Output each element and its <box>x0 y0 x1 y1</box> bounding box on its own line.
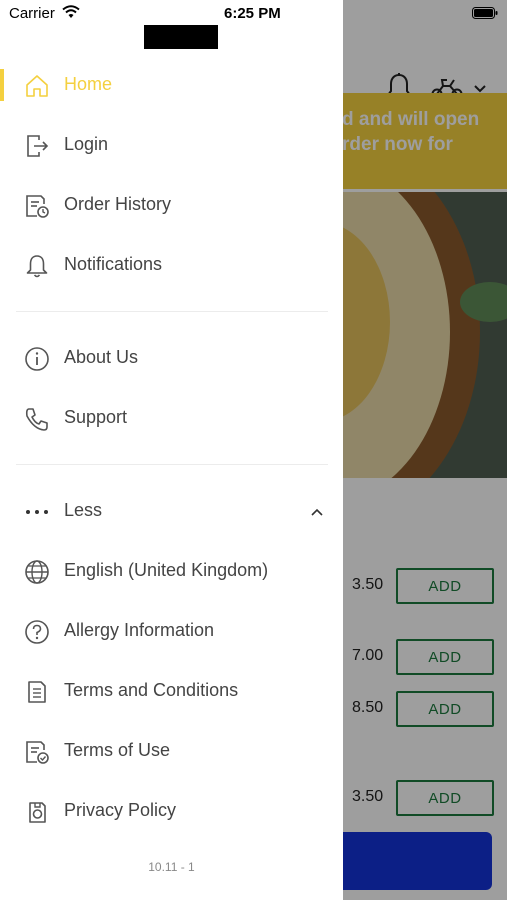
drawer-item-label: Less <box>64 500 103 520</box>
drawer-item-label: About Us <box>64 347 139 367</box>
drawer-item-about-us[interactable]: About Us <box>0 333 343 385</box>
drawer-item-label: Privacy Policy <box>64 800 177 820</box>
drawer-item-privacy-policy[interactable]: Privacy Policy <box>0 786 343 838</box>
app-version: 10.11 - 1 <box>148 860 195 874</box>
carrier-label: Carrier <box>9 5 55 22</box>
drawer-item-allergy-information[interactable]: Allergy Information <box>0 606 343 658</box>
redacted-logo <box>144 25 218 49</box>
phone-icon <box>23 405 51 433</box>
login-icon <box>23 132 51 160</box>
divider <box>16 311 328 312</box>
side-drawer: Home Login Order History Notifications A… <box>0 0 343 900</box>
drawer-item-login[interactable]: Login <box>0 120 343 172</box>
drawer-item-order-history[interactable]: Order History <box>0 180 343 232</box>
document-icon <box>23 678 51 706</box>
drawer-item-label: Support <box>64 407 128 427</box>
drawer-item-label: Order History <box>64 194 172 214</box>
globe-icon <box>23 558 51 586</box>
drawer-item-support[interactable]: Support <box>0 393 343 445</box>
more-dots-icon <box>23 498 51 526</box>
drawer-item-label: Terms of Use <box>64 740 171 760</box>
bell-icon <box>23 252 51 280</box>
drawer-item-terms-and-conditions[interactable]: Terms and Conditions <box>0 666 343 718</box>
wifi-icon <box>62 5 80 19</box>
question-icon <box>23 618 51 646</box>
divider <box>16 464 328 465</box>
clock: 6:25 PM <box>224 5 281 22</box>
drawer-item-language[interactable]: English (United Kingdom) <box>0 546 343 598</box>
drawer-item-label: English (United Kingdom) <box>64 560 269 580</box>
order-history-icon <box>23 192 51 220</box>
drawer-item-label: Home <box>64 74 113 94</box>
status-bar: Carrier 6:25 PM <box>0 0 507 28</box>
info-icon <box>23 345 51 373</box>
drawer-item-less[interactable]: Less <box>0 486 343 538</box>
drawer-item-label: Allergy Information <box>64 620 215 640</box>
drawer-item-home[interactable]: Home <box>0 60 343 112</box>
drawer-item-notifications[interactable]: Notifications <box>0 240 343 292</box>
drawer-item-terms-of-use[interactable]: Terms of Use <box>0 726 343 778</box>
terms-of-use-icon <box>23 738 51 766</box>
privacy-icon <box>23 798 51 826</box>
home-icon <box>23 72 51 100</box>
battery-icon <box>472 7 498 19</box>
drawer-item-label: Notifications <box>64 254 163 274</box>
chevron-up-icon <box>309 504 325 520</box>
drawer-item-label: Login <box>64 134 109 154</box>
drawer-item-label: Terms and Conditions <box>64 680 239 700</box>
